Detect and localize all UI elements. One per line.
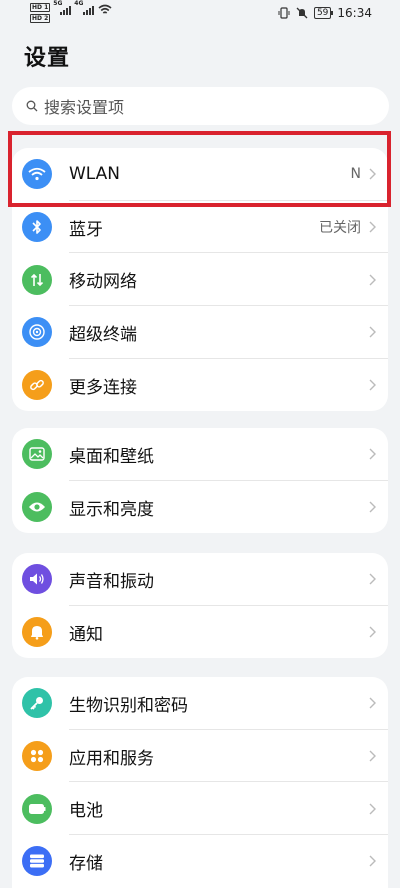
network-type-2: 4G	[74, 0, 84, 7]
security-group: 生物识别和密码 应用和服务 电池 存储	[12, 677, 388, 888]
signal-icon-2: 4G	[74, 0, 95, 15]
setting-item-more-connections[interactable]: 更多连接	[12, 359, 388, 412]
key-icon	[22, 688, 52, 719]
setting-item-biometrics[interactable]: 生物识别和密码	[12, 677, 388, 730]
page-title: 设置	[24, 46, 71, 71]
chevron-right-icon	[369, 803, 376, 815]
setting-item-display[interactable]: 显示和亮度	[12, 481, 388, 534]
chevron-right-icon	[369, 168, 376, 180]
signal-icon: 5G	[53, 0, 72, 15]
chevron-right-icon	[369, 501, 376, 513]
apps-icon	[22, 741, 52, 772]
mobile-network-icon	[22, 264, 52, 295]
setting-item-mobile-network[interactable]: 移动网络	[12, 253, 388, 307]
super-terminal-icon	[22, 317, 52, 348]
setting-item-label: 生物识别和密码	[69, 695, 188, 716]
display-group: 桌面和壁纸 显示和亮度	[12, 428, 388, 534]
setting-item-wallpaper[interactable]: 桌面和壁纸	[12, 428, 388, 481]
connectivity-group: WLAN N 蓝牙 已关闭 移动网络 超级终端 更多连接	[12, 148, 388, 412]
link-icon	[22, 370, 52, 401]
setting-item-label: 更多连接	[69, 377, 137, 398]
search-input[interactable]: 搜索设置项	[12, 87, 389, 125]
search-icon	[26, 100, 38, 112]
setting-item-wlan[interactable]: WLAN N	[12, 148, 388, 201]
setting-item-storage[interactable]: 存储	[12, 835, 388, 888]
setting-item-apps[interactable]: 应用和服务	[12, 730, 388, 783]
clock: 16:34	[337, 6, 372, 20]
setting-item-label: 移动网络	[69, 272, 137, 293]
setting-item-super-terminal[interactable]: 超级终端	[12, 306, 388, 359]
storage-icon	[22, 846, 52, 877]
chevron-right-icon	[369, 626, 376, 638]
setting-item-label: WLAN	[69, 164, 121, 185]
setting-item-label: 应用和服务	[69, 748, 154, 769]
setting-item-label: 超级终端	[69, 324, 137, 345]
sound-group: 声音和振动 通知	[12, 553, 388, 659]
wifi-icon	[22, 159, 52, 190]
wifi-status-icon	[98, 4, 112, 14]
setting-item-label: 声音和振动	[69, 571, 154, 592]
chevron-right-icon	[369, 326, 376, 338]
vibrate-icon	[278, 7, 290, 19]
battery-icon	[22, 793, 52, 824]
setting-item-value: N	[350, 166, 361, 183]
setting-item-bluetooth[interactable]: 蓝牙 已关闭	[12, 201, 388, 254]
chevron-right-icon	[369, 448, 376, 460]
setting-item-label: 显示和亮度	[69, 499, 154, 520]
chevron-right-icon	[369, 573, 376, 585]
setting-item-label: 存储	[69, 853, 103, 874]
search-placeholder: 搜索设置项	[44, 98, 125, 117]
chevron-right-icon	[369, 750, 376, 762]
chevron-right-icon	[369, 697, 376, 709]
chevron-right-icon	[369, 274, 376, 286]
setting-item-battery[interactable]: 电池	[12, 782, 388, 836]
chevron-right-icon	[369, 379, 376, 391]
setting-item-label: 电池	[69, 801, 103, 822]
chevron-right-icon	[369, 855, 376, 867]
battery-indicator: 59	[313, 7, 334, 19]
bluetooth-icon	[22, 212, 52, 243]
status-bar: HD 1 HD 2 5G 4G 59 16:34	[0, 0, 400, 28]
chevron-right-icon	[369, 221, 376, 233]
setting-item-label: 桌面和壁纸	[69, 446, 154, 467]
setting-item-label: 蓝牙	[69, 219, 103, 240]
mute-bell-icon	[296, 7, 308, 19]
bell-icon	[22, 617, 52, 648]
speaker-icon	[22, 564, 52, 595]
network-type-1: 5G	[53, 0, 63, 7]
setting-item-label: 通知	[69, 624, 103, 645]
eye-icon	[22, 492, 52, 523]
hd2-badge: HD 2	[30, 14, 51, 23]
setting-item-notifications[interactable]: 通知	[12, 606, 388, 659]
hd1-badge: HD 1	[30, 3, 51, 12]
setting-item-sound[interactable]: 声音和振动	[12, 553, 388, 606]
wallpaper-icon	[22, 439, 52, 470]
setting-item-value: 已关闭	[319, 220, 361, 237]
